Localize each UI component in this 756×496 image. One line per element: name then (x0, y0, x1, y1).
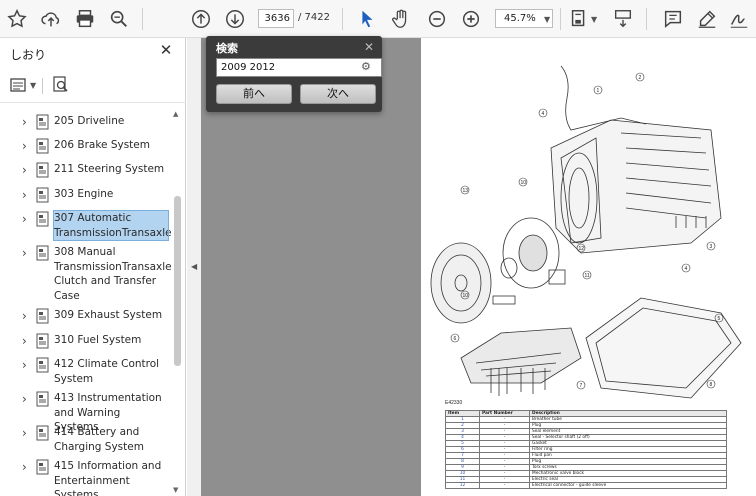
bookmark-page-icon (36, 162, 49, 178)
expand-chevron-icon[interactable]: › (22, 309, 32, 323)
page-total: / 7422 (298, 12, 330, 23)
find-close-icon[interactable]: ✕ (364, 40, 374, 54)
callout: 2 (639, 75, 642, 81)
scroll-thumb[interactable] (174, 196, 181, 366)
expand-chevron-icon[interactable]: › (22, 392, 32, 406)
callout: 12 (579, 246, 585, 252)
find-bookmark-icon[interactable] (52, 76, 70, 98)
transmission-exploded-diagram: 2 1 4 13 10 12 11 10 4 3 5 8 7 6 E42330 (430, 65, 742, 406)
bookmark-label: 303 Engine (54, 188, 114, 200)
print-icon[interactable] (72, 6, 98, 32)
callout: 13 (463, 188, 469, 194)
table-cell: - (479, 482, 530, 489)
callout: 10 (521, 180, 527, 186)
previous-page-icon[interactable] (188, 6, 214, 32)
callout: 3 (710, 244, 713, 250)
bookmark-page-icon (36, 357, 49, 373)
zoom-in-icon[interactable] (458, 6, 484, 32)
panel-collapse-handle[interactable]: ◀ (187, 38, 201, 496)
bookmark-page-icon (36, 333, 49, 349)
expand-chevron-icon[interactable]: › (22, 426, 32, 440)
zoom-search-icon[interactable] (106, 6, 132, 32)
zoom-dropdown-icon[interactable]: ▼ (544, 15, 550, 24)
bookmark-label: 211 Steering System (54, 163, 165, 175)
callout: 4 (542, 111, 545, 117)
callout: 5 (718, 316, 721, 322)
page-number-input[interactable]: 3636 (258, 9, 294, 28)
expand-chevron-icon[interactable]: › (22, 460, 32, 474)
bookmark-label: 308 Manual TransmissionTransaxle, Clutch… (54, 246, 172, 302)
table-cell: Electrical connector - guide sleeve (529, 482, 727, 489)
bookmark-label: 415 Information and Entertainment System… (54, 460, 162, 496)
bookmark-page-icon (36, 138, 49, 154)
expand-chevron-icon[interactable]: › (22, 246, 32, 260)
expand-chevron-icon[interactable]: › (22, 334, 32, 348)
callout: 1 (597, 88, 600, 94)
expand-chevron-icon[interactable]: › (22, 212, 32, 226)
main-toolbar: 3636 / 7422 45.7% ▼ ▼ (0, 0, 756, 38)
pdf-page: 2 1 4 13 10 12 11 10 4 3 5 8 7 6 E42330 … (421, 38, 756, 496)
bookmark-scrollbar[interactable]: ▲ ▼ (172, 110, 182, 496)
callout: 7 (580, 383, 583, 389)
table-row: 12- Electrical connector - guide sleeve (445, 482, 727, 489)
highlight-pen-icon[interactable] (694, 6, 720, 32)
callout: 11 (585, 273, 590, 279)
expand-chevron-icon[interactable]: › (22, 163, 32, 177)
scroll-mode-icon[interactable] (610, 6, 636, 32)
zoom-out-icon[interactable] (424, 6, 450, 32)
panel-toolbar: ▼ (8, 74, 178, 98)
find-next-button[interactable]: 次へ (300, 84, 376, 104)
page-fit-dropdown-icon[interactable]: ▼ (591, 15, 597, 24)
parts-table: Item Part Number Description 1- Breather … (445, 410, 727, 489)
bookmark-page-icon (36, 391, 49, 407)
callout: 10 (463, 293, 469, 299)
find-dialog: 検索 ✕ 2009 2012 ⚙ 前へ 次へ (206, 36, 382, 112)
bookmark-options-icon[interactable] (10, 77, 28, 97)
hand-tool-icon[interactable] (388, 6, 414, 32)
scroll-down-icon[interactable]: ▼ (173, 486, 178, 494)
expand-chevron-icon[interactable]: › (22, 188, 32, 202)
scroll-up-icon[interactable]: ▲ (173, 110, 178, 118)
callout: 6 (454, 336, 457, 342)
collapse-arrow-icon[interactable]: ◀ (191, 262, 197, 271)
figure-id: E42330 (445, 400, 462, 406)
page-fit-icon[interactable] (566, 6, 592, 32)
bookmark-label: 412 Climate Control System (54, 358, 160, 385)
bookmarks-panel: しおり ✕ ▼ › 205 Driveline › 206 Brake Syst… (0, 38, 186, 496)
select-cursor-icon[interactable] (354, 6, 380, 32)
bookmark-label: 309 Exhaust System (54, 309, 163, 321)
expand-chevron-icon[interactable]: › (22, 358, 32, 372)
close-panel-icon[interactable]: ✕ (158, 42, 174, 58)
bookmark-page-icon (36, 211, 49, 227)
upload-cloud-icon[interactable] (38, 6, 64, 32)
next-page-icon[interactable] (222, 6, 248, 32)
find-settings-gear-icon[interactable]: ⚙ (361, 60, 371, 73)
bookmark-label: 307 Automatic TransmissionTransaxle (53, 209, 172, 242)
bookmark-label: 414 Battery and Charging System (54, 426, 144, 453)
expand-chevron-icon[interactable]: › (22, 115, 32, 129)
bookmark-label: 310 Fuel System (54, 334, 142, 346)
find-input[interactable]: 2009 2012 (216, 58, 382, 77)
callout: 8 (710, 382, 713, 388)
bookmark-page-icon (36, 187, 49, 203)
bookmark-page-icon (36, 425, 49, 441)
bookmark-star-icon[interactable] (4, 6, 30, 32)
comment-icon[interactable] (660, 6, 686, 32)
bookmark-label: 206 Brake System (54, 139, 150, 151)
callout: 4 (685, 266, 688, 272)
bookmark-list: › 205 Driveline › 206 Brake System › 211… (0, 110, 172, 496)
draw-sign-icon[interactable] (726, 6, 752, 32)
find-title: 検索 (216, 42, 238, 55)
bookmark-page-icon (36, 245, 49, 261)
table-cell: 12 (445, 482, 480, 489)
bookmark-page-icon (36, 114, 49, 130)
bookmark-page-icon (36, 308, 49, 324)
bookmark-page-icon (36, 459, 49, 475)
find-previous-button[interactable]: 前へ (216, 84, 292, 104)
options-dropdown-icon[interactable]: ▼ (30, 81, 36, 90)
bookmark-label: 205 Driveline (54, 115, 125, 127)
expand-chevron-icon[interactable]: › (22, 139, 32, 153)
panel-title: しおり (10, 48, 47, 62)
